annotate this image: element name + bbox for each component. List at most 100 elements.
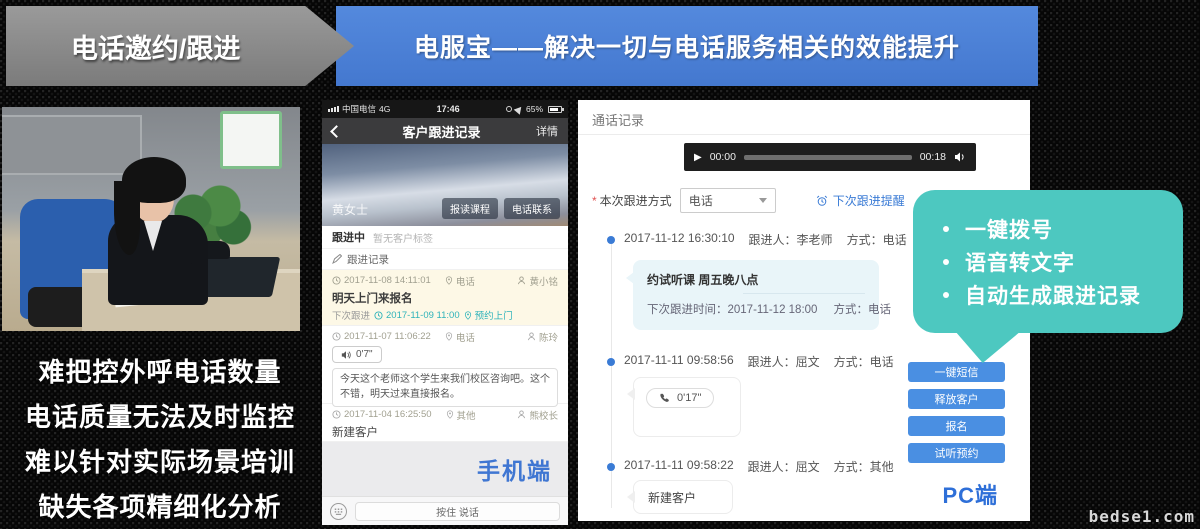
feature-text: 语音转文字 — [965, 247, 1075, 277]
one-key-sms-button[interactable]: 一键短信 — [908, 362, 1005, 382]
note-text: 新建客户 — [648, 489, 696, 506]
release-customer-button[interactable]: 释放客户 — [908, 389, 1005, 409]
follow-method-label: 本次跟进方式 — [600, 192, 672, 209]
record-person: 陈玲 — [539, 330, 558, 344]
bullet-icon — [943, 259, 949, 265]
record-channel: 电话 — [456, 330, 475, 344]
section-tab-arrow: 电话邀约/跟进 — [6, 6, 354, 86]
person-icon — [517, 276, 526, 285]
speaker-icon — [341, 350, 351, 360]
feature-item: 自动生成跟进记录 — [943, 278, 1167, 311]
section-tab-label: 电话邀约/跟进 — [6, 27, 305, 66]
action-buttons: 一键短信 释放客户 报名 试听预约 — [908, 362, 1005, 463]
detail-link[interactable]: 详情 — [536, 123, 558, 139]
stage-label: 跟进中 — [332, 229, 365, 245]
follow-record-card[interactable]: 2017-11-07 11:06:22 电话 陈玲 0'7" — [322, 326, 568, 404]
record-channel: 电话 — [456, 274, 475, 288]
entry-person: 跟进人：屈文 — [748, 458, 820, 475]
keyboard-icon[interactable] — [330, 503, 347, 520]
pencil-icon — [332, 254, 342, 264]
banner-title: 电服宝——解决一切与电话服务相关的效能提升 — [414, 28, 960, 64]
pain-point: 难以针对实际场景培训 — [0, 438, 320, 483]
mobile-nav-bar: 客户跟进记录 详情 — [322, 118, 568, 144]
clock-icon — [332, 410, 341, 419]
entry-method: 方式：其他 — [834, 458, 894, 475]
phone-contact-button[interactable]: 电话联系 — [504, 198, 560, 219]
appointment-card[interactable]: 约试听课 周五晚八点 下次跟进时间：2017-11-12 18:00 方式：电话 — [633, 260, 879, 330]
timeline-dot — [607, 236, 615, 244]
feature-item: 语音转文字 — [943, 245, 1167, 278]
voice-message-pill[interactable]: 0'7" — [332, 346, 382, 363]
record-time: 2017-11-07 11:06:22 — [344, 331, 431, 342]
clock-time: 17:46 — [393, 104, 503, 114]
progress-bar[interactable] — [744, 155, 912, 160]
next-follow-type: 预约上门 — [475, 308, 513, 322]
back-icon[interactable] — [330, 125, 343, 138]
mobile-platform-label: 手机端 — [477, 452, 552, 486]
pin-icon — [446, 410, 454, 419]
timeline-entry: 2017-11-11 09:58:22 跟进人：屈文 方式：其他 — [624, 458, 894, 475]
customer-header: 黄女士 报读课程 电话联系 — [322, 144, 568, 226]
person-icon — [517, 410, 526, 419]
enroll-button[interactable]: 报名 — [908, 416, 1005, 436]
records-section-header: 跟进记录 — [322, 249, 568, 270]
voice-length: 0'7" — [356, 349, 373, 360]
customer-name: 黄女士 — [332, 201, 368, 218]
play-icon[interactable]: ▶ — [694, 152, 702, 163]
next-follow-time: 2017-11-09 11:00 — [386, 310, 460, 321]
appointment-title: 约试听课 周五晚八点 — [633, 260, 879, 293]
signal-icon — [328, 106, 339, 112]
appointment-method: 方式：电话 — [833, 301, 891, 317]
record-person: 熊校长 — [529, 408, 558, 422]
entry-person: 跟进人：屈文 — [748, 353, 820, 370]
carrier-label: 中国电信 — [342, 103, 376, 115]
hold-to-talk-button[interactable]: 按住 说话 — [355, 502, 560, 521]
record-content: 明天上门来报名 — [332, 290, 558, 306]
elapsed-time: 00:00 — [710, 151, 736, 163]
pin-icon — [445, 276, 453, 285]
follow-record-card[interactable]: 2017-11-04 16:25:50 其他 熊校长 新建客户 — [322, 404, 568, 442]
battery-percent: 65% — [526, 104, 543, 114]
photo-person-hair — [122, 157, 186, 203]
phone-icon — [659, 393, 670, 404]
voice-input-bar: 按住 说话 — [322, 496, 568, 525]
person-icon — [527, 332, 536, 341]
pc-platform-label: PC端 — [942, 478, 998, 510]
method-select[interactable]: 电话 — [680, 188, 776, 213]
call-audio-pill[interactable]: 0'17" — [646, 388, 714, 408]
feature-text: 自动生成跟进记录 — [965, 280, 1141, 310]
network-label: 4G — [379, 104, 390, 114]
entry-person: 跟进人：李老师 — [749, 231, 833, 248]
feature-item: 一键拨号 — [943, 212, 1167, 245]
next-follow-label: 下次跟进 — [332, 308, 370, 322]
pain-point: 缺失各项精细化分析 — [0, 483, 320, 528]
battery-icon — [548, 106, 562, 113]
trial-booking-button[interactable]: 试听预约 — [908, 443, 1005, 463]
timeline-entry: 2017-11-12 16:30:10 跟进人：李老师 方式：电话 — [624, 231, 907, 248]
volume-icon[interactable] — [954, 151, 966, 163]
method-select-value: 电话 — [689, 192, 713, 209]
follow-record-card[interactable]: 2017-11-08 14:11:01 电话 黄小铭 明天上门来报名 下次跟进 — [322, 270, 568, 326]
timeline-dot — [607, 358, 615, 366]
next-follow-reminder-link[interactable]: 下次跟进提醒 — [816, 192, 905, 209]
feature-text: 一键拨号 — [965, 214, 1053, 244]
alarm-icon — [816, 195, 828, 207]
appointment-next-time: 下次跟进时间：2017-11-12 18:00 — [647, 301, 817, 317]
entry-method: 方式：电话 — [834, 353, 894, 370]
office-photo — [2, 107, 300, 331]
call-length: 0'17" — [677, 392, 701, 404]
clock-icon — [332, 276, 341, 285]
location-icon — [514, 104, 525, 115]
slide: 电服宝——解决一切与电话服务相关的效能提升 电话邀约/跟进 难把控外呼电话数量 … — [0, 0, 1200, 529]
status-bar: 中国电信 4G 17:46 65% — [322, 100, 568, 118]
records-section-title: 跟进记录 — [347, 252, 389, 267]
next-follow-reminder-label: 下次跟进提醒 — [833, 192, 905, 209]
record-time: 2017-11-04 16:25:50 — [344, 409, 432, 420]
tag-placeholder: 暂无客户标签 — [373, 230, 433, 245]
feature-callout: 一键拨号 语音转文字 自动生成跟进记录 — [913, 190, 1183, 333]
photo-whiteboard — [220, 111, 282, 169]
pain-point: 难把控外呼电话数量 — [0, 348, 320, 393]
required-mark: * — [592, 194, 597, 208]
pin-icon — [445, 332, 453, 341]
enroll-course-button[interactable]: 报读课程 — [442, 198, 498, 219]
